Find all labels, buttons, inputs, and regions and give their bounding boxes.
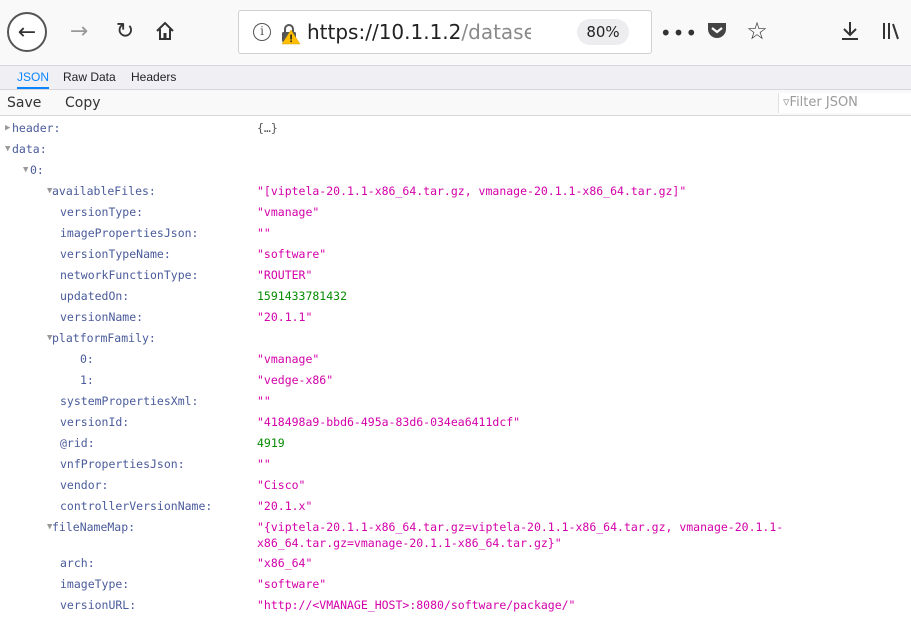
url-host: https://10.1.1.2 xyxy=(307,20,462,44)
json-key: vnfPropertiesJson: xyxy=(60,457,185,471)
json-key: controllerVersionName: xyxy=(60,499,213,513)
json-tree-row[interactable]: imagePropertiesJson: "" xyxy=(0,223,911,244)
json-key: 1: xyxy=(80,373,94,387)
json-value: "" xyxy=(257,226,271,240)
json-value: "software" xyxy=(257,577,327,591)
json-tree-row[interactable]: versionName: "20.1.1" xyxy=(0,307,911,328)
json-key: 0: xyxy=(80,352,94,366)
tab-headers[interactable]: Headers xyxy=(131,66,176,89)
json-tree: ▶ header: {…} ▼ data: ▼ 0: ▼ availableFiles: "[vi… xyxy=(0,116,911,616)
json-tree-row[interactable]: ▼ 0: xyxy=(0,160,911,181)
json-tree-row[interactable]: updatedOn: 1591433781432 xyxy=(0,286,911,307)
json-key: availableFiles: xyxy=(52,184,156,198)
json-tree-row[interactable]: @rid: 4919 xyxy=(0,433,911,454)
json-tree-row[interactable]: ▼ fileNameMap: "{viptela-20.1.1-x86_64.tar… xyxy=(0,517,911,553)
json-tree-row[interactable]: 1: "vedge-x86" xyxy=(0,370,911,391)
json-key: header: xyxy=(12,121,61,135)
download-icon[interactable] xyxy=(835,16,865,46)
insecure-lock-icon[interactable] xyxy=(277,21,301,45)
json-tree-row[interactable]: ▼ availableFiles: "[viptela-20.1.1-x86_64.… xyxy=(0,181,911,202)
json-value: "20.1.1" xyxy=(257,310,313,324)
json-value: "vmanage" xyxy=(257,205,320,219)
json-key: updatedOn: xyxy=(60,289,130,303)
json-tree-row[interactable]: vnfPropertiesJson: "" xyxy=(0,454,911,475)
json-key: imagePropertiesJson: xyxy=(60,226,199,240)
bookmark-star-icon[interactable]: ☆ xyxy=(742,16,772,46)
save-button[interactable]: Save xyxy=(7,93,41,113)
json-tree-row[interactable]: systemPropertiesXml: "" xyxy=(0,391,911,412)
back-arrow-icon[interactable]: ← xyxy=(7,12,47,52)
json-key: versionTypeName: xyxy=(60,247,171,261)
json-tree-row[interactable]: imageType: "software" xyxy=(0,574,911,595)
json-key: platformFamily: xyxy=(52,331,156,345)
json-value: "x86_64" xyxy=(257,556,313,570)
json-value: "" xyxy=(257,457,271,471)
forward-arrow-icon[interactable]: → xyxy=(62,14,96,48)
home-icon[interactable] xyxy=(148,14,182,48)
json-tree-row[interactable]: vendor: "Cisco" xyxy=(0,475,911,496)
json-key: arch: xyxy=(60,556,95,570)
copy-button[interactable]: Copy xyxy=(65,93,101,113)
browser-toolbar: ← → ↻ i https://10.1.1.2/datase 80% ••• … xyxy=(0,0,911,66)
tab-raw-data[interactable]: Raw Data xyxy=(63,66,116,89)
reload-icon[interactable]: ↻ xyxy=(108,14,142,48)
json-key: versionType: xyxy=(60,205,144,219)
json-tree-row[interactable]: ▶ header: {…} xyxy=(0,118,911,139)
json-key: versionURL: xyxy=(60,598,137,612)
pocket-icon[interactable] xyxy=(704,18,730,44)
json-value: {…} xyxy=(257,121,278,135)
zoom-level-button[interactable]: 80% xyxy=(577,19,629,45)
url-bar[interactable]: i https://10.1.1.2/datase 80% xyxy=(238,10,652,54)
viewer-toolbar: Save Copy ▿Filter JSON xyxy=(0,90,911,116)
tab-json[interactable]: JSON xyxy=(17,66,50,89)
json-value: 1591433781432 xyxy=(257,289,348,303)
json-value: "" xyxy=(257,394,271,408)
json-value: "vedge-x86" xyxy=(257,373,334,387)
json-value: "software" xyxy=(257,247,327,261)
json-key: @rid: xyxy=(60,436,95,450)
filter-placeholder: Filter JSON xyxy=(789,95,858,110)
json-key: networkFunctionType: xyxy=(60,268,199,282)
json-value: "ROUTER" xyxy=(257,268,313,282)
json-key: imageType: xyxy=(60,577,130,591)
viewer-tab-bar: JSON Raw Data Headers xyxy=(0,66,911,90)
more-actions-icon[interactable]: ••• xyxy=(660,18,697,48)
json-tree-row[interactable]: 0: "vmanage" xyxy=(0,349,911,370)
json-value: 4919 xyxy=(257,436,285,450)
json-tree-row[interactable]: ▼ data: xyxy=(0,139,911,160)
json-tree-row[interactable]: versionURL: "http://<VMANAGE_HOST>:8080/s… xyxy=(0,595,911,616)
json-key: fileNameMap: xyxy=(52,520,136,534)
collapse-toggle-icon[interactable]: ▼ xyxy=(23,160,28,181)
url-text: https://10.1.1.2/datase xyxy=(307,20,531,44)
expand-toggle-icon[interactable]: ▶ xyxy=(5,118,10,139)
url-path: /datase xyxy=(461,20,531,44)
json-value: "vmanage" xyxy=(257,352,320,366)
json-key: versionId: xyxy=(60,415,130,429)
json-value: "{viptela-20.1.1-x86_64.tar.gz=viptela-2… xyxy=(257,520,784,550)
json-value: "20.1.x" xyxy=(257,499,313,513)
filter-json-input[interactable]: ▿Filter JSON xyxy=(778,93,911,113)
json-key: 0: xyxy=(30,163,44,177)
json-key: vendor: xyxy=(60,478,109,492)
info-icon[interactable]: i xyxy=(253,23,271,41)
json-tree-row[interactable]: versionId: "418498a9-bbd6-495a-83d6-034ea… xyxy=(0,412,911,433)
json-value: "[viptela-20.1.1-x86_64.tar.gz, vmanage-… xyxy=(257,184,687,198)
json-value: "Cisco" xyxy=(257,478,306,492)
json-tree-row[interactable]: networkFunctionType: "ROUTER" xyxy=(0,265,911,286)
json-tree-row[interactable]: versionType: "vmanage" xyxy=(0,202,911,223)
json-tree-row[interactable]: arch: "x86_64" xyxy=(0,553,911,574)
json-value: "418498a9-bbd6-495a-83d6-034ea6411dcf" xyxy=(257,415,521,429)
collapse-toggle-icon[interactable]: ▼ xyxy=(5,139,10,160)
json-value: "http://<VMANAGE_HOST>:8080/software/pac… xyxy=(257,598,576,612)
json-key: systemPropertiesXml: xyxy=(60,394,199,408)
json-key: versionName: xyxy=(60,310,144,324)
json-key: data: xyxy=(12,142,47,156)
json-tree-row[interactable]: ▼ platformFamily: xyxy=(0,328,911,349)
json-tree-row[interactable]: versionTypeName: "software" xyxy=(0,244,911,265)
json-tree-row[interactable]: controllerVersionName: "20.1.x" xyxy=(0,496,911,517)
library-icon[interactable] xyxy=(876,16,906,46)
